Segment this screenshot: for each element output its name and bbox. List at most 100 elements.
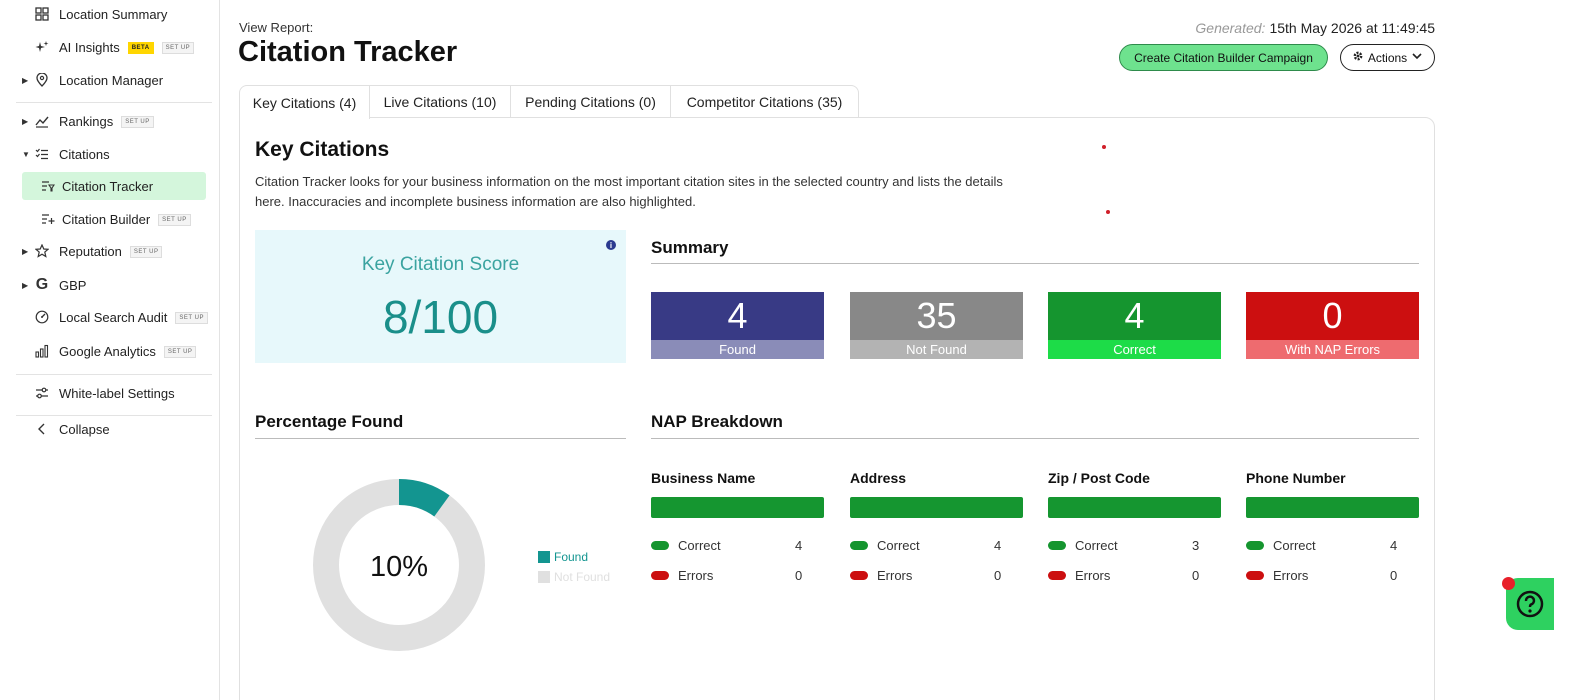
nap-column-title: Phone Number [1246, 470, 1346, 486]
sidebar-item-citation-builder[interactable]: Citation Builder SET UP [22, 205, 206, 233]
sidebar-item-citation-tracker[interactable]: Citation Tracker [22, 172, 206, 200]
errors-label: Errors [1075, 567, 1111, 583]
nap-correct-row: Correct 4 [1246, 530, 1419, 560]
nap-column-business-name: Business Name Correct 4 Errors 0 [651, 470, 824, 590]
donut-center-label: 10% [370, 551, 428, 583]
nap-divider [651, 438, 1419, 439]
correct-count: 4 [1390, 537, 1398, 553]
generated-value: 15th May 2026 at 11:49:45 [1269, 20, 1435, 36]
nap-correct-row: Correct 3 [1048, 530, 1221, 560]
caret-right-icon[interactable]: ▶ [22, 76, 30, 85]
setup-badge: SET UP [161, 42, 195, 55]
nap-errors-row: Errors 0 [850, 560, 1023, 590]
sidebar-item-citations[interactable]: ▼ Citations [22, 140, 206, 168]
correct-count: 4 [994, 537, 1002, 553]
actions-label: Actions [1367, 50, 1408, 65]
sliders-icon [34, 385, 50, 401]
google-icon: G [35, 276, 49, 293]
sidebar-item-rankings[interactable]: ▶ Rankings SET UP [22, 107, 206, 135]
chart-line-icon [34, 113, 50, 129]
sidebar-item-gbp[interactable]: ▶ G GBP [22, 271, 206, 299]
percentage-donut-chart: 10% [313, 479, 485, 651]
sidebar-item-label: Rankings [59, 113, 114, 129]
section-title: Key Citations [255, 138, 390, 161]
sidebar-item-label-group: Citation Builder SET UP [62, 212, 191, 227]
analytics-icon [34, 343, 50, 359]
generated-timestamp: Generated: 15th May 2026 at 11:49:45 [1195, 20, 1435, 36]
sidebar-item-label: Location Summary [59, 6, 168, 22]
correct-pill-icon [1048, 540, 1066, 550]
sidebar-item-ai-insights[interactable]: AI Insights BETA SET UP [22, 33, 206, 61]
generated-label: Generated: [1195, 20, 1266, 36]
tab-key-citations[interactable]: Key Citations (4) [239, 85, 370, 119]
nap-column-title: Zip / Post Code [1048, 470, 1150, 486]
sidebar-item-reputation[interactable]: ▶ Reputation SET UP [22, 237, 206, 265]
beta-badge: BETA [127, 42, 154, 55]
nap-column-phone-number: Phone Number Correct 4 Errors 0 [1246, 470, 1419, 590]
sidebar-item-label: Local Search Audit [59, 309, 168, 325]
errors-pill-icon [1048, 570, 1066, 580]
correct-count: 4 [795, 537, 803, 553]
annotation-dot [1102, 145, 1106, 149]
notification-dot [1502, 577, 1515, 590]
tab-competitor-citations[interactable]: Competitor Citations (35) [670, 85, 859, 118]
errors-pill-icon [651, 570, 669, 580]
legend-item-not-found: Not Found [538, 570, 610, 584]
sidebar-item-label-group: Local Search Audit SET UP [59, 310, 208, 325]
correct-count: 3 [1192, 537, 1200, 553]
caret-right-icon[interactable]: ▶ [22, 117, 30, 126]
key-citation-score-card: Key Citation Score 8/100 i [255, 230, 626, 363]
percentage-divider [255, 438, 626, 439]
errors-count: 0 [795, 567, 803, 583]
nap-column-title: Business Name [651, 470, 756, 486]
tab-pending-citations[interactable]: Pending Citations (0) [510, 85, 671, 118]
stat-correct: 4 Correct [1048, 292, 1221, 359]
create-citation-builder-campaign-button[interactable]: Create Citation Builder Campaign [1119, 44, 1328, 71]
sidebar-item-label: White-label Settings [59, 385, 175, 401]
sidebar-item-local-search-audit[interactable]: Local Search Audit SET UP [22, 303, 208, 331]
actions-button[interactable]: Actions [1340, 44, 1435, 71]
sidebar-collapse-button[interactable]: Collapse [22, 415, 206, 443]
sidebar-item-label-group: Reputation SET UP [59, 243, 163, 259]
nap-breakdown-title: NAP Breakdown [651, 412, 783, 431]
caret-right-icon[interactable]: ▶ [22, 247, 30, 256]
legend-label: Not Found [554, 570, 611, 584]
caret-right-icon[interactable]: ▶ [22, 281, 30, 290]
errors-count: 0 [1192, 567, 1200, 583]
correct-label: Correct [678, 537, 721, 553]
sidebar-item-label-group: Rankings SET UP [59, 114, 154, 129]
setup-badge: SET UP [163, 346, 197, 359]
summary-title: Summary [651, 238, 729, 257]
correct-label: Correct [1273, 537, 1316, 553]
stat-label: Found [651, 340, 824, 359]
grid-icon [34, 6, 50, 22]
legend-swatch [538, 551, 550, 563]
info-icon[interactable]: i [606, 240, 616, 250]
caret-down-icon[interactable]: ▼ [22, 150, 30, 159]
sidebar: Location Summary AI Insights BETA SET UP ▶… [0, 0, 220, 700]
sidebar-item-label-group: Google Analytics SET UP [59, 343, 197, 359]
setup-badge: SET UP [121, 116, 154, 129]
sidebar-divider [16, 374, 212, 375]
sidebar-item-label: Google Analytics [59, 343, 156, 359]
chevron-left-icon [34, 421, 50, 437]
nap-errors-row: Errors 0 [1246, 560, 1419, 590]
sidebar-item-label: Reputation [59, 243, 122, 259]
correct-pill-icon [850, 540, 868, 550]
view-report-label: View Report: [239, 20, 314, 35]
nap-errors-row: Errors 0 [651, 560, 824, 590]
nap-progress-bar [651, 497, 824, 518]
tab-live-citations[interactable]: Live Citations (10) [369, 85, 511, 118]
errors-pill-icon [850, 570, 868, 580]
nap-correct-row: Correct 4 [651, 530, 824, 560]
sidebar-item-location-manager[interactable]: ▶ Location Manager [22, 66, 206, 94]
stat-nap-errors: 0 With NAP Errors [1246, 292, 1419, 359]
sidebar-item-location-summary[interactable]: Location Summary [22, 0, 206, 28]
stat-value: 4 [1048, 292, 1221, 340]
page-title: Citation Tracker [238, 36, 458, 68]
sidebar-item-white-label-settings[interactable]: White-label Settings [22, 379, 206, 407]
app-root: Location Summary AI Insights BETA SET UP ▶… [0, 0, 1580, 700]
sidebar-item-google-analytics[interactable]: Google Analytics SET UP [22, 337, 206, 365]
stat-label: Correct [1048, 340, 1221, 359]
section-description: Citation Tracker looks for your business… [255, 174, 1003, 209]
